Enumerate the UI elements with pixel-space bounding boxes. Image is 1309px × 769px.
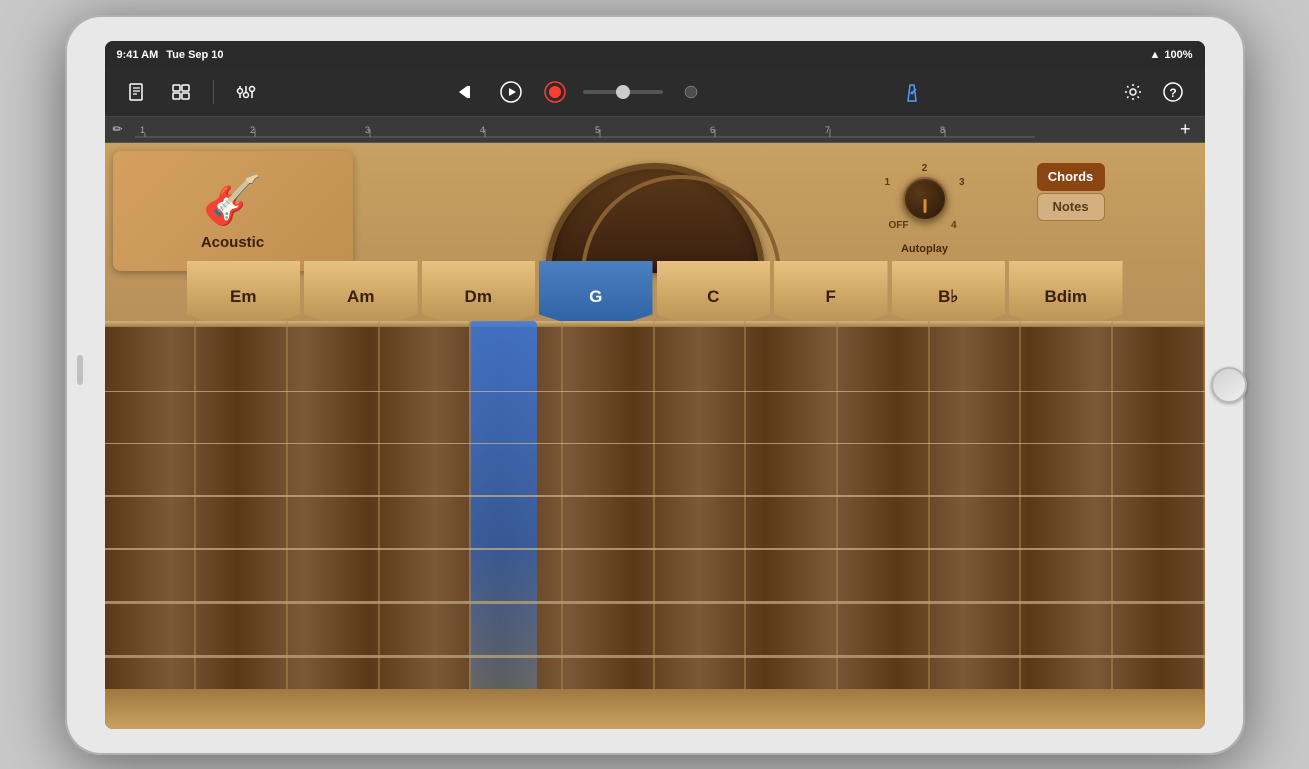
svg-text:6: 6	[710, 125, 715, 135]
string-4	[105, 548, 1205, 550]
battery-icon: 100%	[1164, 49, 1192, 61]
string-3	[105, 495, 1205, 497]
autoplay-off-label: OFF	[889, 220, 909, 231]
pencil-icon: ✏	[113, 122, 123, 136]
volume-thumb	[616, 85, 630, 99]
chord-notes-toggle: Chords Notes	[1037, 163, 1105, 221]
home-button[interactable]	[1211, 367, 1247, 403]
side-button[interactable]	[77, 355, 83, 385]
timeline: ✏ 1 2 3 4 5 6 7	[105, 117, 1205, 143]
string-5	[105, 601, 1205, 604]
knob-indicator	[923, 199, 926, 213]
volume-slider[interactable]	[583, 90, 663, 94]
svg-text:5: 5	[595, 125, 600, 135]
screen: 9:41 AM Tue Sep 10 ▲ 100%	[105, 41, 1205, 729]
status-bar: 9:41 AM Tue Sep 10 ▲ 100%	[105, 41, 1205, 69]
tracks-button[interactable]	[165, 76, 197, 108]
add-track-button[interactable]: +	[1174, 119, 1197, 140]
skip-back-button[interactable]	[451, 76, 483, 108]
help-button[interactable]: ?	[1157, 76, 1189, 108]
autoplay-1-label: 1	[885, 177, 891, 188]
svg-text:4: 4	[480, 125, 485, 135]
svg-text:?: ?	[1169, 86, 1176, 100]
string-2	[105, 443, 1205, 444]
wifi-icon: ▲	[1149, 49, 1160, 61]
play-button[interactable]	[495, 76, 527, 108]
metronome-button[interactable]	[896, 76, 928, 108]
fretboard[interactable]	[105, 321, 1205, 729]
ipad-frame: 9:41 AM Tue Sep 10 ▲ 100%	[65, 15, 1245, 755]
string-1	[105, 391, 1205, 392]
guitar-area: 🎸 Acoustic OFF 1	[105, 143, 1205, 729]
chords-button[interactable]: Chords	[1037, 163, 1105, 191]
svg-text:8: 8	[940, 125, 945, 135]
strings	[105, 321, 1205, 729]
settings-button[interactable]	[1117, 76, 1149, 108]
autoplay-area: OFF 1 2 3 4 Autoplay	[885, 159, 965, 255]
autoplay-2-label: 2	[922, 163, 928, 174]
status-time: 9:41 AM	[117, 49, 159, 61]
new-song-button[interactable]	[121, 76, 153, 108]
separator-1	[213, 80, 214, 104]
timeline-ruler: 1 2 3 4 5 6 7 8	[131, 119, 1174, 139]
record-button[interactable]	[539, 76, 571, 108]
transport-controls	[451, 76, 707, 108]
status-icons: ▲ 100%	[1149, 49, 1192, 61]
toolbar-right: ?	[1117, 76, 1189, 108]
autoplay-4-label: 4	[951, 220, 957, 231]
autoplay-3-label: 3	[959, 177, 965, 188]
string-6	[105, 655, 1205, 658]
svg-text:3: 3	[365, 125, 370, 135]
guitar-icon: 🎸	[203, 171, 263, 228]
instrument-name: Acoustic	[201, 234, 264, 251]
autoplay-knob[interactable]	[903, 177, 947, 221]
notes-button[interactable]: Notes	[1037, 193, 1105, 221]
fretboard-bottom	[105, 689, 1205, 729]
svg-text:1: 1	[140, 125, 145, 135]
autoplay-knob-container: OFF 1 2 3 4	[885, 159, 965, 239]
svg-text:7: 7	[825, 125, 830, 135]
volume-icon	[675, 76, 707, 108]
svg-text:2: 2	[250, 125, 255, 135]
toolbar: ?	[105, 69, 1205, 117]
main-content: 🎸 Acoustic OFF 1	[105, 143, 1205, 729]
status-date: Tue Sep 10	[166, 49, 1149, 61]
mixer-button[interactable]	[230, 76, 262, 108]
